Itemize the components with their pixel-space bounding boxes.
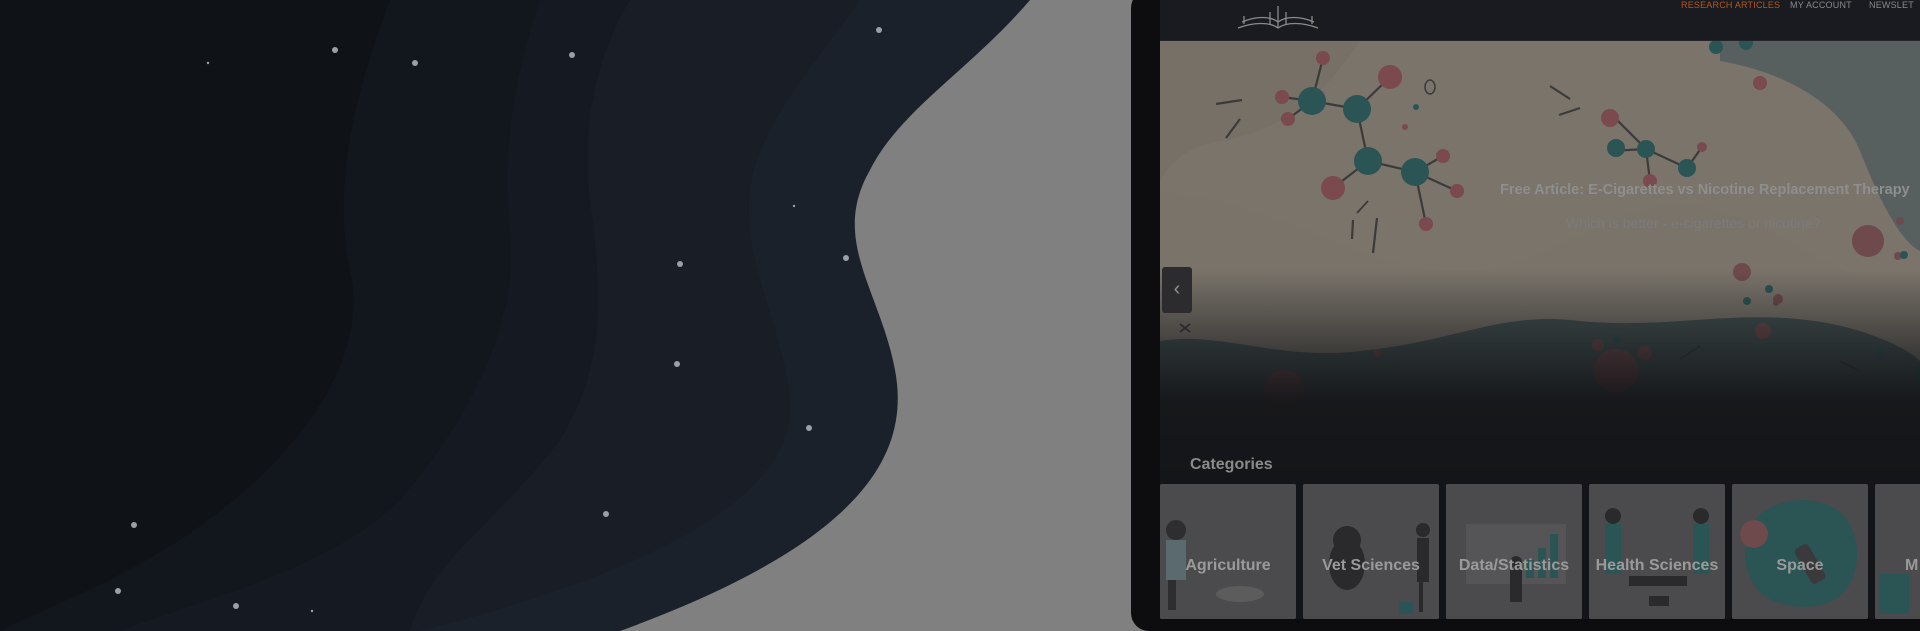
category-label: M: [1905, 557, 1919, 574]
carousel-prev-button[interactable]: ‹: [1162, 267, 1192, 313]
vet-sciences-illustration: [1303, 484, 1439, 619]
hero-banner[interactable]: Free Article: E-Cigarettes vs Nicotine R…: [1160, 41, 1920, 481]
category-label: Agriculture: [1185, 557, 1271, 574]
categories-heading: Categories: [1190, 456, 1273, 473]
hero-subtitle: Which is better - e-cigarettes or nicoti…: [1566, 215, 1821, 231]
website-screen: RESEARCH ARTICLES MY ACCOUNT NEWSLET Fre…: [1160, 0, 1920, 619]
category-card-vet-sciences[interactable]: Vet Sciences: [1303, 484, 1439, 619]
category-card-health-sciences[interactable]: Health Sciences: [1589, 484, 1725, 619]
data-statistics-illustration: [1446, 484, 1582, 619]
category-illustration: [1875, 484, 1920, 619]
category-label: Data/Statistics: [1458, 557, 1570, 574]
category-card-partial[interactable]: M: [1875, 484, 1920, 619]
category-label: Health Sciences: [1595, 557, 1719, 574]
category-card-space[interactable]: Space: [1732, 484, 1868, 619]
hero-title[interactable]: Free Article: E-Cigarettes vs Nicotine R…: [1500, 182, 1920, 198]
nav-my-account[interactable]: MY ACCOUNT: [1790, 0, 1852, 10]
nav-newsletter[interactable]: NEWSLET: [1869, 0, 1914, 10]
chevron-left-icon: ‹: [1173, 278, 1181, 300]
open-book-icon[interactable]: [1230, 0, 1326, 36]
nav-research-articles[interactable]: RESEARCH ARTICLES: [1681, 0, 1780, 10]
category-label: Vet Sciences: [1322, 557, 1420, 574]
category-card-data-statistics[interactable]: Data/Statistics: [1446, 484, 1582, 619]
category-label: Space: [1776, 557, 1824, 574]
space-illustration: [1732, 484, 1868, 619]
top-navigation-bar: RESEARCH ARTICLES MY ACCOUNT NEWSLET: [1160, 0, 1920, 41]
molecule-illustration: [1160, 41, 1920, 481]
category-card-agriculture[interactable]: Agriculture: [1160, 484, 1296, 619]
health-sciences-illustration: [1589, 484, 1725, 619]
agriculture-illustration: [1160, 484, 1296, 619]
